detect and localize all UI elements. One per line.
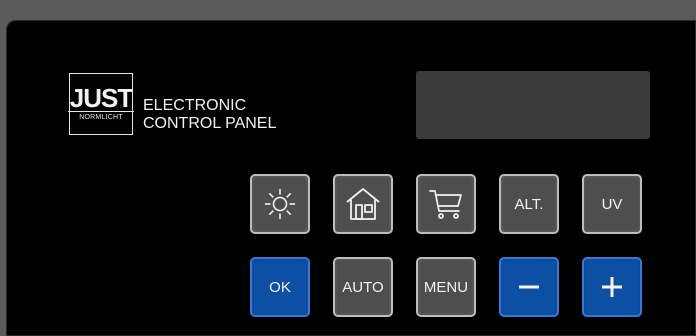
ok-button[interactable]: OK: [250, 257, 310, 317]
logo-subtitle: NORMLICHT: [79, 114, 123, 121]
panel-title-line1: ELECTRONIC: [143, 97, 247, 114]
plus-button[interactable]: [582, 257, 642, 317]
panel-title: ELECTRONIC CONTROL PANEL: [143, 97, 276, 133]
brand-logo: JUST NORMLICHT: [67, 73, 135, 135]
home-button[interactable]: [333, 174, 393, 234]
daylight-button[interactable]: [250, 174, 310, 234]
sun-icon: [263, 187, 297, 221]
minus-icon: [516, 274, 542, 300]
menu-button[interactable]: MENU: [416, 257, 476, 317]
alt-button-label: ALT.: [514, 195, 544, 213]
lcd-display: [416, 71, 650, 139]
plus-icon: [599, 274, 625, 300]
logo-word: JUST: [67, 83, 135, 113]
minus-button[interactable]: [499, 257, 559, 317]
uv-button-label: UV: [601, 195, 623, 213]
menu-button-label: MENU: [423, 278, 469, 296]
alt-button[interactable]: ALT.: [499, 174, 559, 234]
uv-button[interactable]: UV: [582, 174, 642, 234]
control-panel: JUST NORMLICHT ELECTRONIC CONTROL PANEL: [6, 20, 696, 336]
panel-title-line2: CONTROL PANEL: [143, 115, 277, 132]
ok-button-label: OK: [269, 278, 291, 296]
house-icon: [344, 186, 382, 222]
auto-button[interactable]: AUTO: [333, 257, 393, 317]
shop-button[interactable]: [416, 174, 476, 234]
cart-icon: [427, 186, 465, 222]
auto-button-label: AUTO: [342, 278, 384, 296]
